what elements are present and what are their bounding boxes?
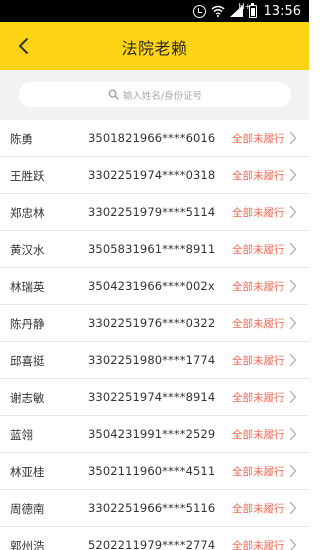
battery-icon	[248, 2, 257, 18]
status-label: 全部未履行	[232, 133, 285, 145]
status-label: 全部未履行	[232, 429, 285, 441]
list-item[interactable]: 郭州浩 5202211979****2774 全部未履行	[0, 527, 309, 550]
status-label: 全部未履行	[232, 355, 285, 367]
debtor-name: 王胜跃	[10, 169, 45, 183]
search-icon	[108, 89, 119, 100]
status-bar: H+ 13:56	[0, 0, 309, 22]
chevron-right-icon	[289, 538, 297, 550]
app-header: 法院老赖	[0, 22, 309, 70]
list-item[interactable]: 谢志敏 3302251974****8914 全部未履行	[0, 379, 309, 416]
debtor-name: 蓝翎	[10, 428, 33, 442]
id-number: 3302251980****1774	[88, 353, 216, 367]
chevron-right-icon	[289, 316, 297, 330]
chevron-right-icon	[289, 353, 297, 367]
list-item[interactable]: 王胜跃 3302251974****0318 全部未履行	[0, 157, 309, 194]
id-number: 3502111960****4511	[88, 464, 216, 478]
id-number: 3302251974****0318	[88, 168, 216, 182]
status-label: 全部未履行	[232, 170, 285, 182]
search-area: 输入姓名/身份证号	[0, 70, 309, 120]
wifi-icon	[211, 5, 225, 17]
list-item[interactable]: 陈勇 3501821966****6016 全部未履行	[0, 120, 309, 157]
signal-icon: H+	[229, 2, 251, 17]
debtor-name: 郑忠林	[10, 206, 45, 220]
id-number: 3302251976****0322	[88, 316, 216, 330]
debtor-name: 黄汉水	[10, 243, 45, 257]
debtor-list: 陈勇 3501821966****6016 全部未履行 王胜跃 3302251974**…	[0, 120, 309, 550]
chevron-right-icon	[289, 168, 297, 182]
debtor-name: 林瑞英	[10, 280, 45, 294]
chevron-right-icon	[289, 131, 297, 145]
search-placeholder: 输入姓名/身份证号	[122, 90, 203, 102]
debtor-name: 陈勇	[10, 132, 33, 146]
debtor-name: 周德南	[10, 502, 45, 516]
list-item[interactable]: 陈丹静 3302251976****0322 全部未履行	[0, 305, 309, 342]
id-number: 3505831961****8911	[88, 242, 216, 256]
status-label: 全部未履行	[232, 540, 285, 550]
list-item[interactable]: 黄汉水 3505831961****8911 全部未履行	[0, 231, 309, 268]
id-number: 3302251974****8914	[88, 390, 216, 404]
status-label: 全部未履行	[232, 244, 285, 256]
chevron-right-icon	[289, 205, 297, 219]
id-number: 3302251979****5114	[88, 205, 216, 219]
page-title: 法院老赖	[121, 39, 188, 58]
list-item[interactable]: 周德南 3302251966****5116 全部未履行	[0, 490, 309, 527]
status-label: 全部未履行	[232, 281, 285, 293]
status-label: 全部未履行	[232, 392, 285, 404]
id-number: 3504231991****2529	[88, 427, 216, 441]
chevron-right-icon	[289, 427, 297, 441]
clock: 13:56	[263, 3, 301, 19]
debtor-name: 谢志敏	[10, 391, 45, 405]
debtor-name: 邱喜挺	[10, 354, 45, 368]
list-item[interactable]: 林亚桂 3502111960****4511 全部未履行	[0, 453, 309, 490]
debtor-name: 陈丹静	[10, 317, 45, 331]
status-label: 全部未履行	[232, 503, 285, 515]
chevron-right-icon	[289, 279, 297, 293]
id-number: 3302251966****5116	[88, 501, 216, 515]
search-input[interactable]: 输入姓名/身份证号	[19, 82, 291, 107]
chevron-right-icon	[289, 390, 297, 404]
status-label: 全部未履行	[232, 207, 285, 219]
debtor-name: 郭州浩	[10, 539, 45, 550]
list-item[interactable]: 邱喜挺 3302251980****1774 全部未履行	[0, 342, 309, 379]
list-item[interactable]: 郑忠林 3302251979****5114 全部未履行	[0, 194, 309, 231]
chevron-right-icon	[289, 464, 297, 478]
id-number: 3504231966****002x	[88, 279, 215, 293]
chevron-right-icon	[289, 242, 297, 256]
debtor-name: 林亚桂	[10, 465, 45, 479]
status-icons: H+ 13:56	[192, 0, 309, 22]
chevron-right-icon	[289, 501, 297, 515]
status-label: 全部未履行	[232, 318, 285, 330]
list-item[interactable]: 蓝翎 3504231991****2529 全部未履行	[0, 416, 309, 453]
id-number: 5202211979****2774	[88, 538, 216, 550]
status-label: 全部未履行	[232, 466, 285, 478]
alarm-icon	[192, 4, 206, 18]
id-number: 3501821966****6016	[88, 131, 216, 145]
list-item[interactable]: 林瑞英 3504231966****002x 全部未履行	[0, 268, 309, 305]
